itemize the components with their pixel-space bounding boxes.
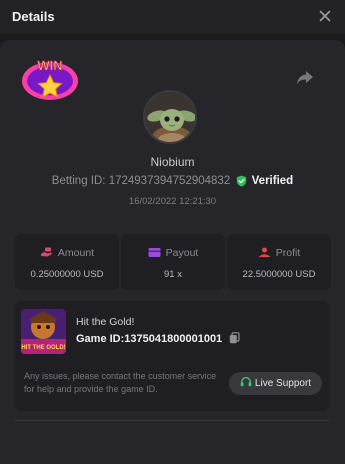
win-badge-text: WIN <box>37 58 62 73</box>
win-badge-icon: WIN <box>22 58 78 100</box>
profit-icon <box>258 247 271 257</box>
verified-label: Verified <box>251 175 294 187</box>
share-icon[interactable] <box>295 67 315 87</box>
stat-profit: Profit 22.5000000 USD <box>227 234 331 290</box>
username: Niobium <box>150 155 195 169</box>
copy-icon[interactable] <box>229 332 240 344</box>
headset-icon <box>240 376 252 387</box>
game-thumbnail[interactable]: HIT THE GOLD! <box>21 309 66 354</box>
money-icon <box>40 247 52 257</box>
close-icon[interactable] <box>317 8 333 24</box>
game-name: Hit the Gold! <box>76 316 135 328</box>
divider <box>15 420 329 421</box>
game-card: HIT THE GOLD! Hit the Gold! Game ID:1375… <box>15 301 329 411</box>
betting-id-row: Betting ID: 1724937394752904832 Verified <box>0 175 345 187</box>
betting-id-label: Betting ID: <box>51 175 106 187</box>
help-text: Any issues, please contact the customer … <box>24 371 217 394</box>
details-header: Details <box>0 0 345 34</box>
game-id-label: Game ID: <box>76 333 125 345</box>
stat-amount: Amount 0.25000000 USD <box>15 234 119 290</box>
live-support-button[interactable]: Live Support <box>229 372 322 395</box>
game-id-row: Game ID:1375041800001001 <box>76 332 240 345</box>
stat-label: Profit <box>275 247 301 259</box>
bet-datetime: 16/02/2022 12:21:30 <box>128 196 217 207</box>
stat-value: 0.25000000 USD <box>30 269 104 280</box>
game-thumb-title: HIT THE GOLD! <box>21 345 65 351</box>
stat-value: 91 x <box>164 269 182 280</box>
game-id-value: 1375041800001001 <box>124 333 223 345</box>
stat-label: Payout <box>165 247 199 259</box>
betting-id-value: 1724937394752904832 <box>108 175 231 187</box>
live-support-label: Live Support <box>254 378 312 389</box>
game-art-icon: HIT THE GOLD! <box>21 309 66 354</box>
wallet-icon <box>148 248 161 257</box>
avatar <box>143 90 197 144</box>
page-title: Details <box>12 9 55 24</box>
stat-value: 22.5000000 USD <box>242 269 316 280</box>
stat-payout: Payout 91 x <box>121 234 225 290</box>
verified-shield-icon <box>237 175 247 187</box>
stat-label: Amount <box>57 247 95 259</box>
